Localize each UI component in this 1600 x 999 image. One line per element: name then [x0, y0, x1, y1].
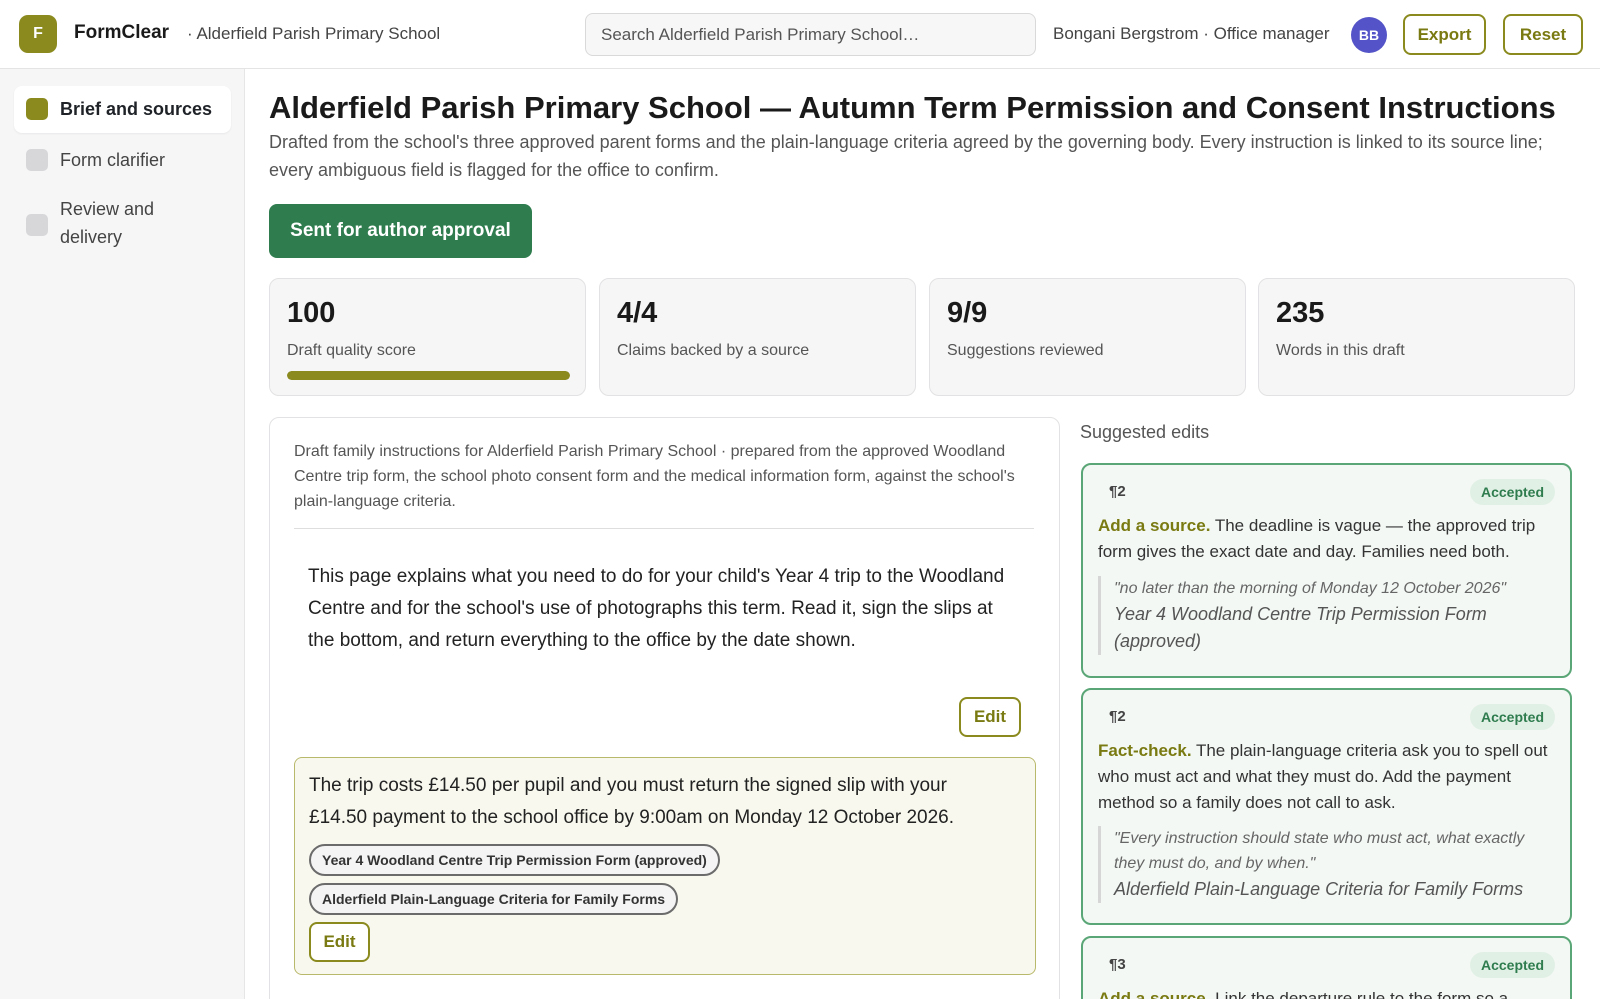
stat-label: Draft quality score [287, 342, 416, 359]
stat-value: 9/9 [947, 297, 988, 329]
suggestion-text: Link the departure rule to the form so a [1215, 989, 1509, 999]
avatar[interactable]: BB [1351, 17, 1387, 53]
sidebar-item-label: Brief and sources [60, 99, 213, 119]
page-subtitle: Drafted from the school's three approved… [269, 132, 1543, 180]
status-badge: Accepted [1469, 704, 1555, 730]
status-badge: Accepted [1469, 479, 1555, 505]
step-complete-icon [26, 98, 48, 120]
quote-text: "no later than the morning of Monday 12 … [1114, 580, 1507, 597]
step-pending-icon [26, 214, 48, 236]
source-quote: "no later than the morning of Monday 12 … [1098, 576, 1558, 655]
paragraph-ref: ¶2 [1109, 483, 1126, 500]
step-pending-icon [26, 149, 48, 171]
stat-card-claims: 4/4 Claims backed by a source [599, 278, 916, 396]
suggestion-body: Fact-check. The plain-language criteria … [1098, 738, 1558, 816]
quality-progress-bar [287, 371, 570, 380]
status-badge: Accepted [1469, 952, 1555, 978]
paragraph-ref: ¶3 [1109, 956, 1126, 973]
source-chip[interactable]: Year 4 Woodland Centre Trip Permission F… [309, 844, 720, 876]
stat-card-words: 235 Words in this draft [1258, 278, 1575, 396]
user-label: Bongani Bergstrom · Office manager [1053, 24, 1330, 43]
stat-card-quality: 100 Draft quality score [269, 278, 586, 396]
suggestion-body: Add a source. Link the departure rule to… [1098, 986, 1558, 999]
sidebar: Brief and sources Form clarifier Review … [0, 69, 245, 999]
draft-panel: Draft family instructions for Alderfield… [269, 417, 1060, 999]
top-bar: F FormClear · Alderfield Parish Primary … [0, 0, 1600, 69]
stat-value: 235 [1276, 297, 1325, 329]
stat-card-suggestions: 9/9 Suggestions reviewed [929, 278, 1246, 396]
app-logo: F [19, 15, 57, 53]
quote-text: "Every instruction should state who must… [1114, 830, 1525, 872]
stat-label: Claims backed by a source [617, 342, 810, 359]
draft-intro: Draft family instructions for Alderfield… [294, 439, 1034, 529]
source-quote: "Every instruction should state who must… [1098, 826, 1558, 903]
suggestion-kind: Fact-check. [1098, 741, 1192, 760]
search-input[interactable] [585, 13, 1036, 56]
suggestion-body: Add a source. The deadline is vague — th… [1098, 513, 1558, 565]
suggestion-kind: Add a source. [1098, 989, 1211, 999]
stat-value: 4/4 [617, 297, 658, 329]
paragraph-ref: ¶2 [1109, 708, 1126, 725]
edit-paragraph-button[interactable]: Edit [309, 922, 370, 962]
quality-progress-fill [287, 371, 570, 380]
source-chip[interactable]: Alderfield Plain-Language Criteria for F… [309, 883, 679, 915]
suggestion-card[interactable]: ¶2 Accepted Add a source. The deadline i… [1081, 463, 1572, 678]
sidebar-item-form-clarifier[interactable]: Form clarifier [14, 139, 231, 181]
stat-label: Suggestions reviewed [947, 342, 1104, 359]
sidebar-item-label: Form clarifier [60, 150, 166, 170]
sidebar-item-review-and-delivery[interactable]: Review and delivery [14, 195, 231, 255]
status-button[interactable]: Sent for author approval [269, 204, 532, 258]
sidebar-item-brief-and-sources[interactable]: Brief and sources [14, 86, 231, 133]
stat-value: 100 [287, 297, 336, 329]
stat-label: Words in this draft [1276, 342, 1405, 359]
sidebar-item-label: Review and delivery [60, 199, 155, 247]
draft-paragraph: The trip costs £14.50 per pupil and you … [309, 775, 955, 828]
school-breadcrumb: · Alderfield Parish Primary School [187, 24, 441, 43]
draft-paragraph-highlighted: The trip costs £14.50 per pupil and you … [294, 757, 1036, 975]
draft-paragraph: This page explains what you need to do f… [308, 566, 1005, 651]
app-name: FormClear [74, 22, 170, 43]
suggestions-heading: Suggested edits [1080, 422, 1210, 442]
export-button[interactable]: Export [1403, 14, 1486, 55]
edit-paragraph-button[interactable]: Edit [959, 697, 1021, 737]
suggestion-kind: Add a source. [1098, 516, 1211, 535]
suggestion-card[interactable]: ¶3 Accepted Add a source. Link the depar… [1081, 936, 1572, 999]
suggestion-card[interactable]: ¶2 Accepted Fact-check. The plain-langua… [1081, 688, 1572, 925]
page-title: Alderfield Parish Primary School — Autum… [269, 90, 1556, 125]
quote-source: Year 4 Woodland Centre Trip Permission F… [1114, 604, 1487, 651]
quote-source: Alderfield Plain-Language Criteria for F… [1114, 879, 1524, 899]
reset-button[interactable]: Reset [1503, 14, 1583, 55]
